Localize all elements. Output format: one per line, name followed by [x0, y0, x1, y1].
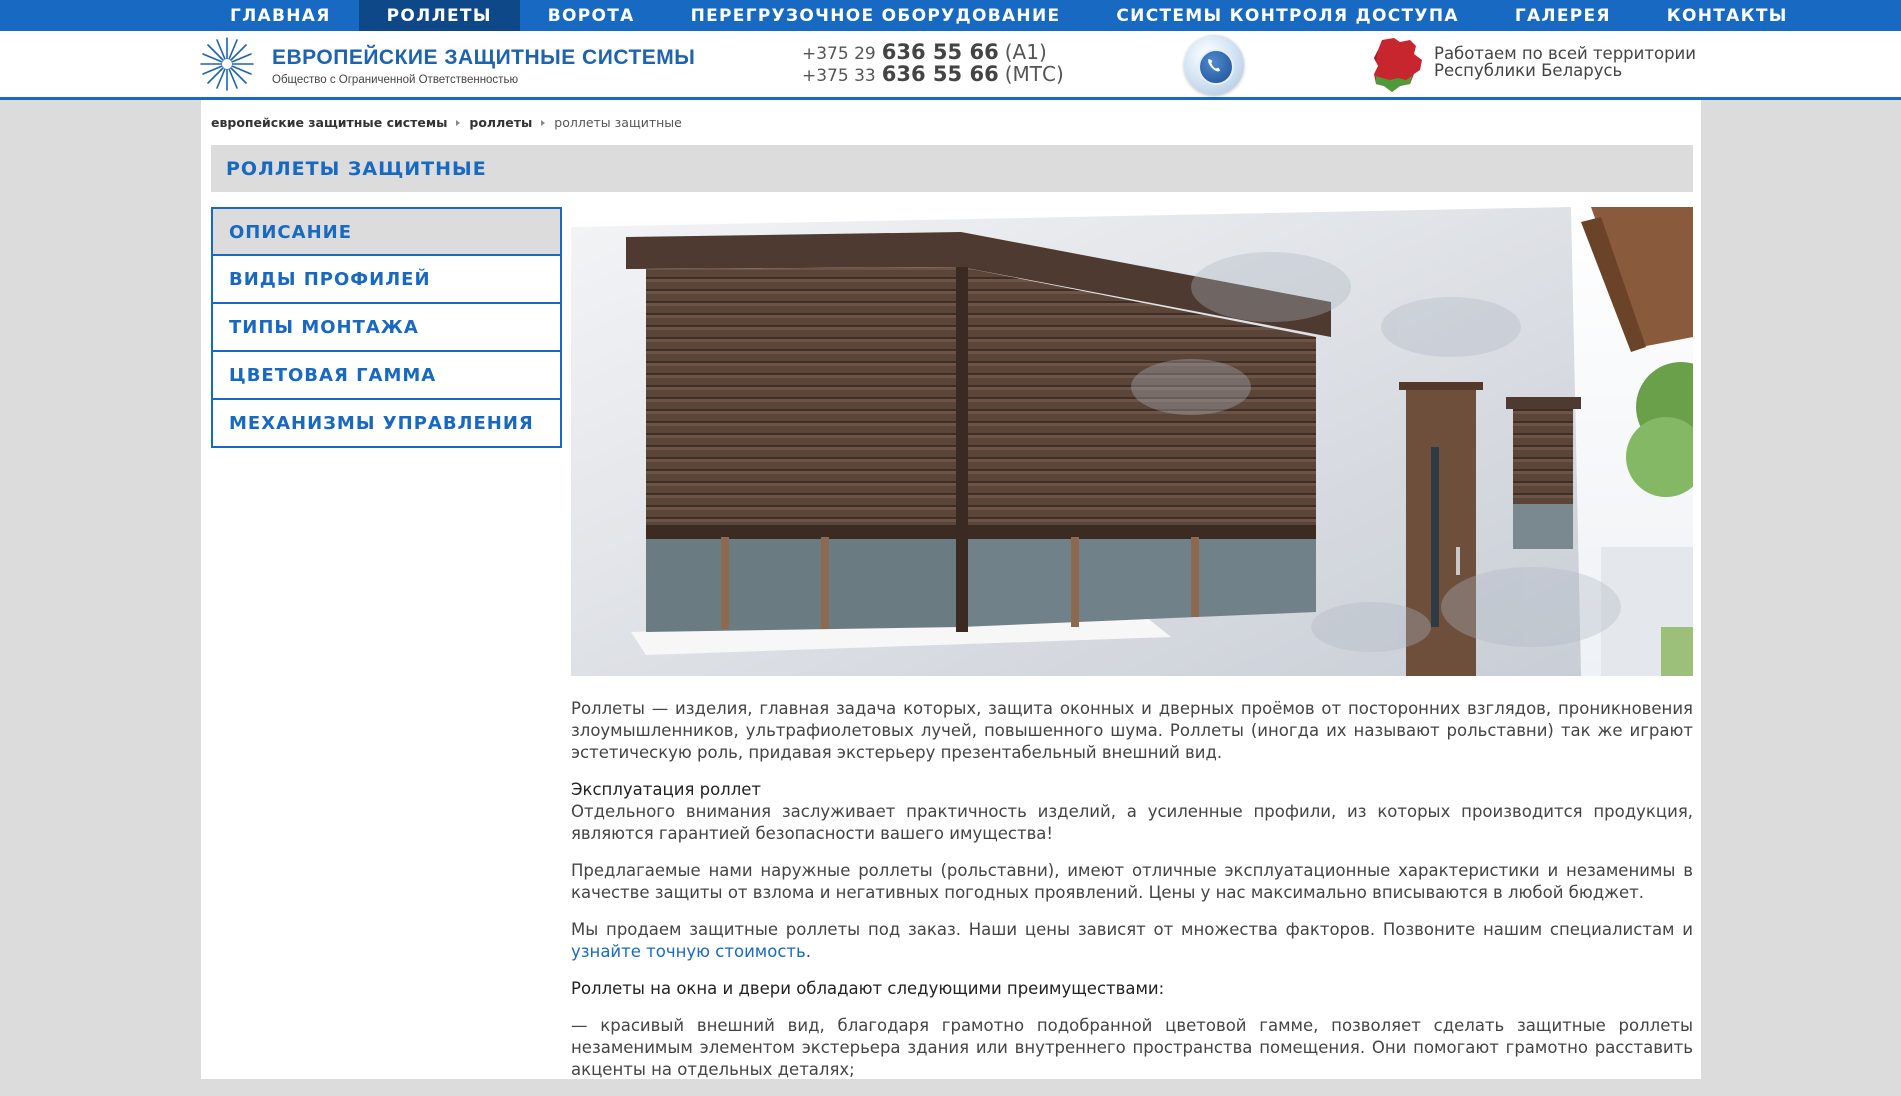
breadcrumb-arrow-icon: [456, 120, 461, 126]
article-text: Роллеты — изделия, главная задача которы…: [571, 698, 1693, 1096]
side-item-description[interactable]: ОПИСАНИЕ: [211, 207, 562, 256]
paragraph-text: Мы продаем защитные роллеты под заказ. Н…: [571, 920, 1693, 939]
nav-item-access-control[interactable]: СИСТЕМЫ КОНТРОЛЯ ДОСТУПА: [1088, 0, 1486, 31]
nav-item-gates[interactable]: ВОРОТА: [520, 0, 663, 31]
content-panel: европейские защитные системы роллеты ролле…: [201, 100, 1701, 1079]
logo-title: ЕВРОПЕЙСКИЕ ЗАЩИТНЫЕ СИСТЕМЫ: [272, 46, 696, 69]
price-inquiry-link[interactable]: узнайте точную стоимость: [571, 942, 806, 961]
side-item-mounting-types[interactable]: ТИПЫ МОНТАЖА: [211, 304, 562, 352]
site-header: ЕВРОПЕЙСКИЕ ЗАЩИТНЫЕ СИСТЕМЫ Общество с …: [0, 31, 1901, 100]
breadcrumb: европейские защитные системы роллеты ролле…: [211, 115, 682, 130]
page-title-bar: РОЛЛЕТЫ ЗАЩИТНЫЕ: [211, 145, 1693, 192]
region-line-1: Работаем по всей территории: [1434, 44, 1697, 63]
page-title: РОЛЛЕТЫ ЗАЩИТНЫЕ: [226, 158, 487, 180]
breadcrumb-current: роллеты защитные: [554, 115, 682, 130]
paragraph: Предлагаемые нами наружные роллеты (роль…: [571, 861, 1693, 902]
phone-operator: (МТС): [1004, 62, 1064, 86]
phone-number: 636 55 66: [881, 62, 999, 86]
starburst-logo-icon: [200, 37, 254, 91]
paragraph: Роллеты — изделия, главная задача которы…: [571, 699, 1693, 762]
callback-phone-icon[interactable]: [1184, 35, 1244, 95]
side-item-profile-types[interactable]: ВИДЫ ПРОФИЛЕЙ: [211, 256, 562, 304]
region-line-2: Республики Беларусь: [1434, 61, 1623, 80]
breadcrumb-section[interactable]: роллеты: [469, 115, 532, 130]
section-heading: Эксплуатация роллет: [571, 780, 762, 799]
paragraph: Отдельного внимания заслуживает практичн…: [571, 802, 1693, 843]
top-navigation: ГЛАВНАЯ РОЛЛЕТЫ ВОРОТА ПЕРЕГРУЗОЧНОЕ ОБО…: [0, 0, 1901, 31]
paragraph: — красивый внешний вид, благодаря грамот…: [571, 1016, 1693, 1079]
phone-number: 636 55 66: [881, 40, 999, 64]
phone-code: +375 33: [802, 66, 876, 86]
service-region: Работаем по всей территории Республики Б…: [1434, 45, 1696, 79]
site-logo[interactable]: ЕВРОПЕЙСКИЕ ЗАЩИТНЫЕ СИСТЕМЫ Общество с …: [199, 36, 709, 94]
phone-code: +375 29: [802, 44, 876, 64]
side-item-control-mechanisms[interactable]: МЕХАНИЗМЫ УПРАВЛЕНИЯ: [211, 400, 562, 448]
breadcrumb-arrow-icon: [541, 120, 546, 126]
paragraph: Мы продаем защитные роллеты под заказ. Н…: [571, 919, 1693, 963]
breadcrumb-home[interactable]: европейские защитные системы: [211, 115, 447, 130]
phone-numbers: +375 29 636 55 66 (A1) +375 33 636 55 66…: [802, 40, 1064, 87]
paragraph-end: .: [805, 942, 812, 961]
nav-item-rollets[interactable]: РОЛЛЕТЫ: [358, 0, 520, 31]
belarus-map-icon: [1374, 38, 1422, 92]
nav-item-loading-equipment[interactable]: ПЕРЕГРУЗОЧНОЕ ОБОРУДОВАНИЕ: [663, 0, 1089, 31]
nav-item-home[interactable]: ГЛАВНАЯ: [202, 0, 359, 31]
side-menu: ОПИСАНИЕ ВИДЫ ПРОФИЛЕЙ ТИПЫ МОНТАЖА ЦВЕТ…: [211, 207, 562, 448]
side-item-color-range[interactable]: ЦВЕТОВАЯ ГАММА: [211, 352, 562, 400]
advantages-heading: Роллеты на окна и двери обладают следующ…: [571, 979, 1165, 998]
nav-item-gallery[interactable]: ГАЛЕРЕЯ: [1487, 0, 1639, 31]
roller-shutter-house-image: [571, 207, 1693, 676]
phone-a1[interactable]: +375 29 636 55 66 (A1): [802, 40, 1064, 65]
logo-subtitle: Общество с Ограниченной Ответственностью: [272, 74, 519, 86]
phone-mts[interactable]: +375 33 636 55 66 (МТС): [802, 62, 1064, 87]
nav-item-contacts[interactable]: КОНТАКТЫ: [1639, 0, 1816, 31]
top-menu: ГЛАВНАЯ РОЛЛЕТЫ ВОРОТА ПЕРЕГРУЗОЧНОЕ ОБО…: [202, 0, 1816, 31]
phone-operator: (A1): [1004, 40, 1047, 64]
